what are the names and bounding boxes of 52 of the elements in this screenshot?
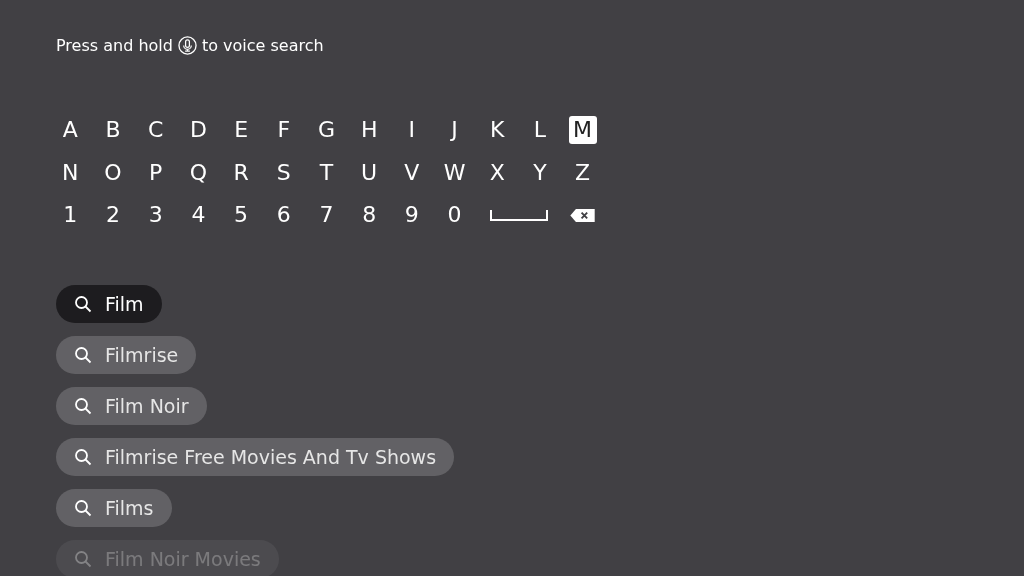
search-icon [74,549,92,568]
search-icon [74,447,92,466]
key[interactable]: P [141,158,170,187]
key[interactable]: O [99,158,128,187]
key[interactable]: 8 [355,201,384,230]
key[interactable]: B [99,116,128,145]
key[interactable]: 7 [312,201,341,230]
key[interactable]: E [227,116,256,145]
microphone-icon [177,35,197,55]
key[interactable]: 0 [440,201,469,230]
key[interactable]: G [312,116,341,145]
key[interactable]: Y [525,158,554,187]
key[interactable]: F [269,116,298,145]
search-icon [74,498,92,517]
key[interactable]: S [269,158,298,187]
backspace-icon [569,207,597,223]
key[interactable]: Z [568,158,597,187]
key[interactable]: A [56,116,85,145]
search-icon [74,345,92,364]
suggestion-chip[interactable]: Filmrise [56,335,197,374]
key[interactable]: D [184,116,213,145]
suggestion-chip[interactable]: Films [56,488,172,527]
hint-text: to voice search [201,35,324,55]
key[interactable]: U [355,158,384,187]
key[interactable]: J [440,116,469,145]
key[interactable]: 5 [227,201,256,230]
key[interactable]: Q [184,158,213,187]
suggestion-chip[interactable]: Film [56,284,162,323]
search-icon [74,396,92,415]
key[interactable]: 1 [56,201,85,230]
hint-text: Press and hold [56,35,173,55]
key[interactable]: 2 [99,201,128,230]
key[interactable]: H [355,116,384,145]
search-icon [74,294,92,313]
key[interactable]: I [397,116,426,145]
key[interactable]: L [525,116,554,145]
key[interactable]: 3 [141,201,170,230]
key[interactable]: R [227,158,256,187]
key[interactable]: 4 [184,201,213,230]
suggestion-chip[interactable]: Filmrise Free Movies And Tv Shows [56,437,455,476]
key[interactable]: 6 [269,201,298,230]
key[interactable]: N [56,158,85,187]
key[interactable]: T [312,158,341,187]
key[interactable]: M [568,116,597,145]
suggestion-chip[interactable]: Film Noir [56,386,207,425]
key[interactable]: W [440,158,469,187]
key[interactable]: 9 [397,201,426,230]
key[interactable]: C [141,116,170,145]
key[interactable]: K [483,116,512,145]
space-bar-icon [489,209,548,222]
key[interactable]: X [483,158,512,187]
key[interactable]: V [397,158,426,187]
